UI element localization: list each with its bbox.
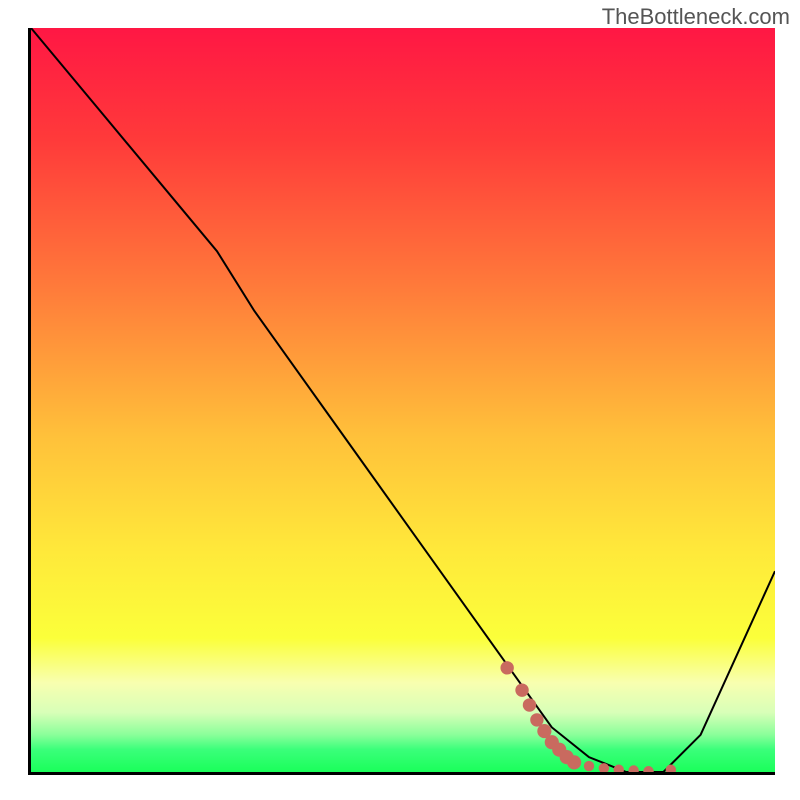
watermark-text: TheBottleneck.com xyxy=(602,4,790,30)
plot-area xyxy=(28,28,775,775)
chart-container: TheBottleneck.com xyxy=(0,0,800,800)
gradient-background xyxy=(31,28,775,772)
